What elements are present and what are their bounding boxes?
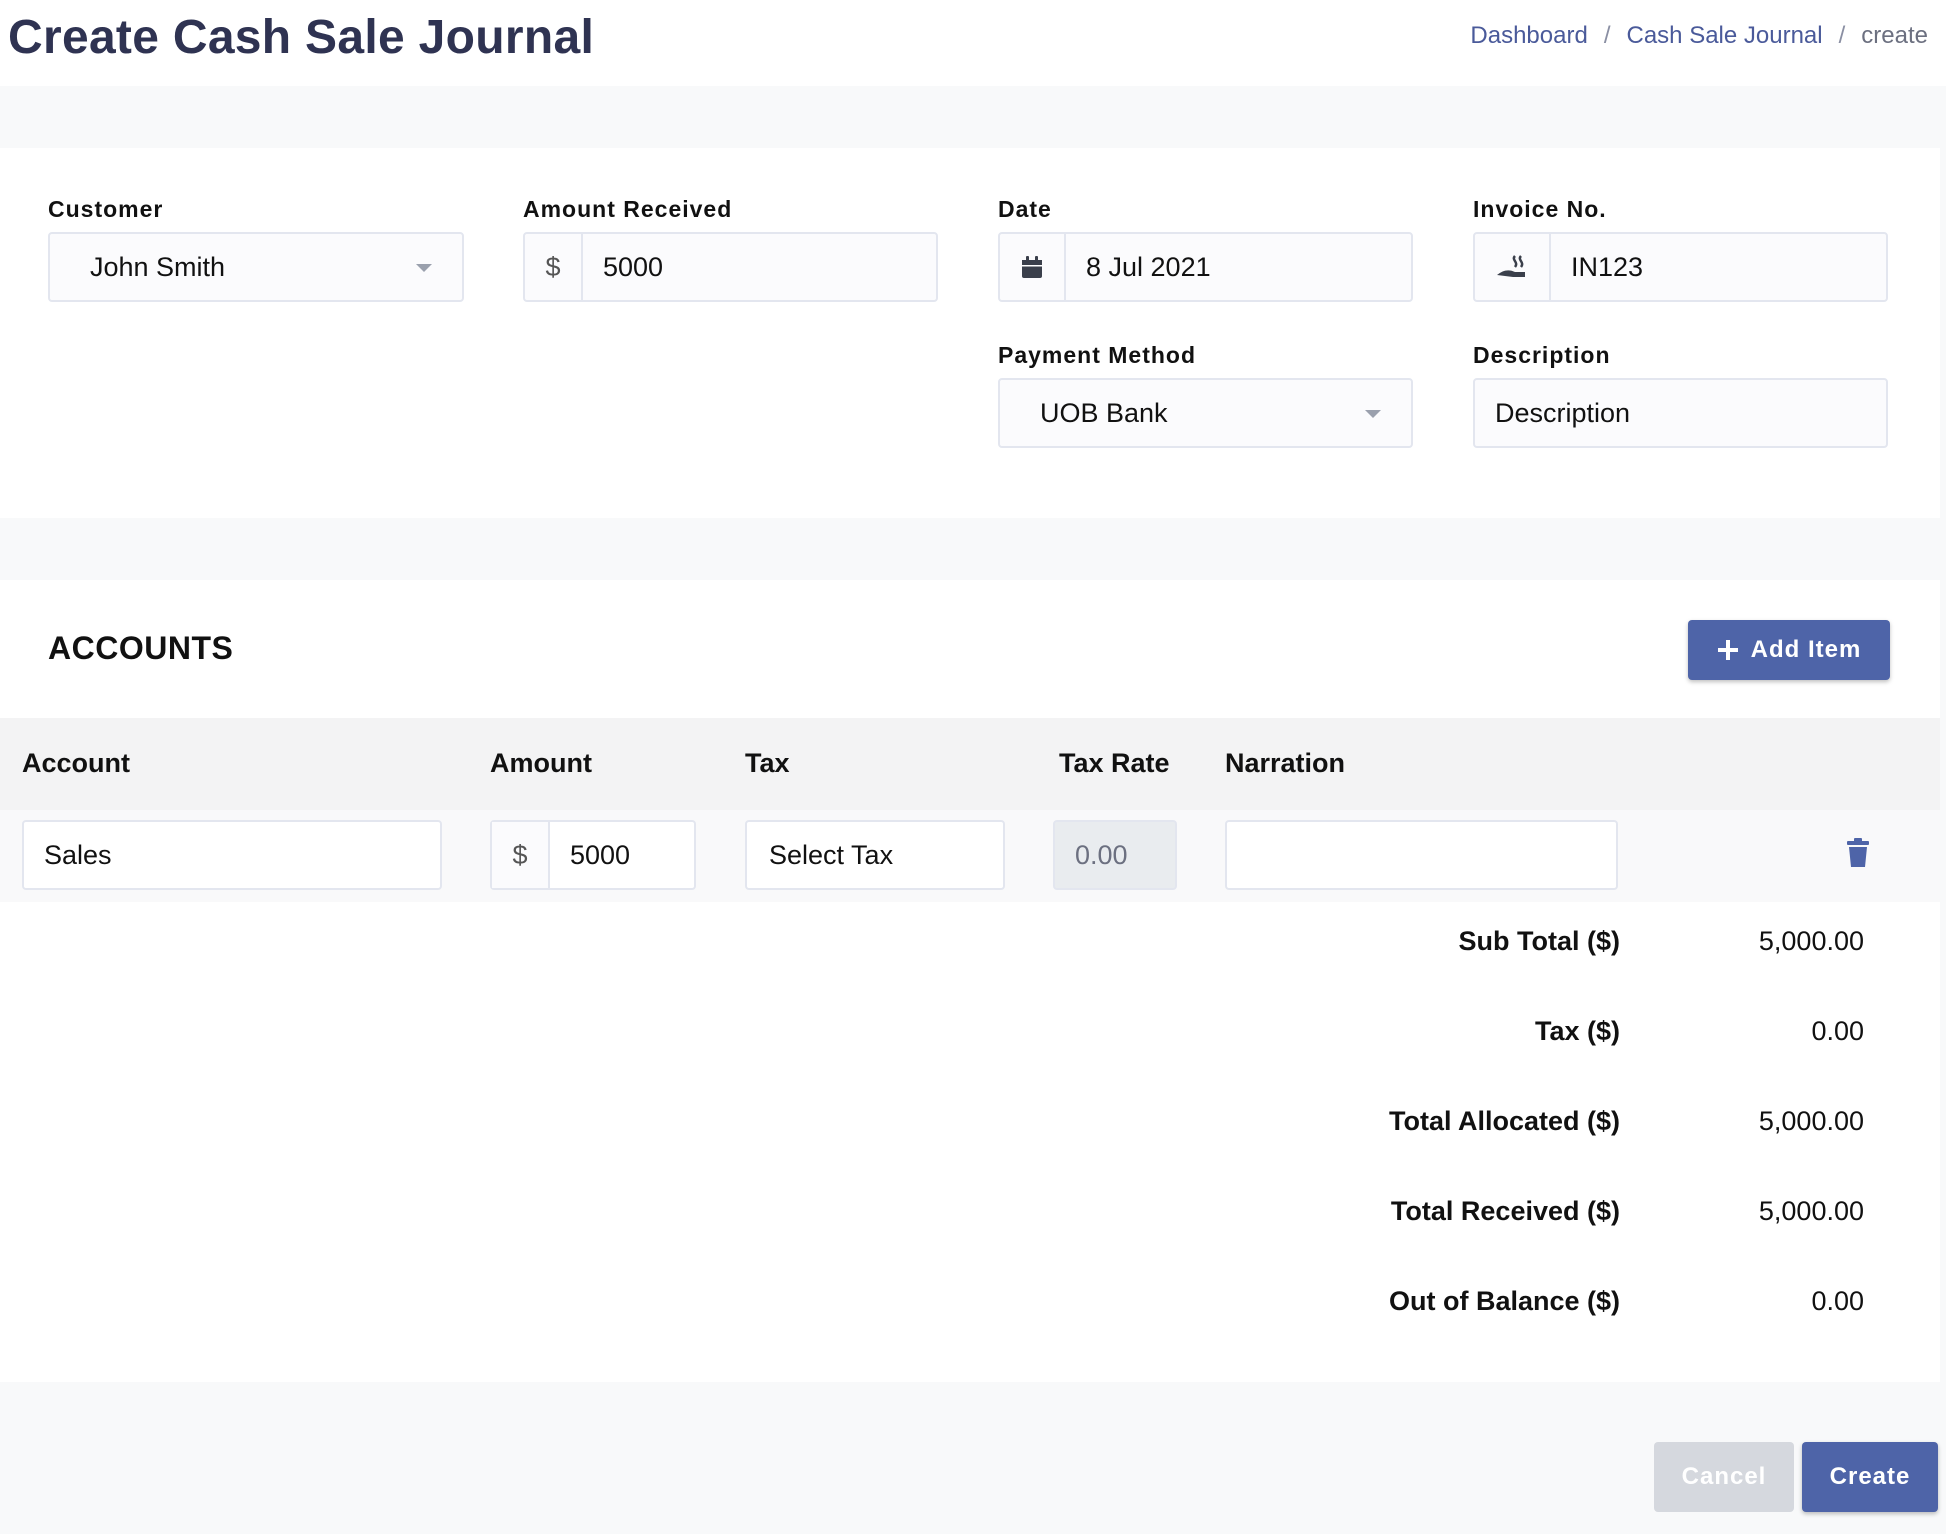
cancel-button[interactable]: Cancel [1654,1442,1794,1512]
amount-received-value: 5000 [603,251,664,282]
table-row: Sales $ 5000 Select Tax 0.00 [0,810,1940,902]
breadcrumb-separator: / [1603,22,1611,49]
currency-addon: $ [525,234,583,300]
column-amount: Amount [490,748,592,778]
amount-value: 5000 [570,839,631,870]
accounts-card: ACCOUNTS Add Item Account Amount Tax Tax… [0,580,1940,1382]
tax-rate-field: 0.00 [1053,820,1177,890]
date-input[interactable]: 8 Jul 2021 [998,232,1413,302]
tax-rate-value: 0.00 [1075,839,1128,870]
amount-received-input[interactable]: $ 5000 [523,232,938,302]
total-allocated-label: Total Allocated ($) [1388,1106,1620,1136]
total-received-label: Total Received ($) [1390,1196,1620,1226]
accounts-table-header: Account Amount Tax Tax Rate Narration [0,718,1940,810]
amount-input[interactable]: $ 5000 [490,820,696,890]
column-tax-rate: Tax Rate [1059,748,1170,778]
amount-received-label: Amount Received [523,196,733,222]
sub-total-value: 5,000.00 [1758,926,1864,956]
create-button[interactable]: Create [1802,1442,1938,1512]
out-of-balance-value: 0.00 [1811,1286,1864,1316]
payment-method-label: Payment Method [998,342,1197,368]
page-title: Create Cash Sale Journal [8,11,595,64]
description-label: Description [1473,342,1611,368]
invoice-no-value: IN123 [1571,251,1644,282]
customer-value: John Smith [90,251,226,282]
customer-label: Customer [48,196,164,222]
account-input[interactable]: Sales [22,820,442,890]
column-account: Account [22,748,130,778]
customer-select[interactable]: John Smith [48,232,464,302]
invoice-no-input[interactable]: IN123 [1473,232,1888,302]
page-header: Create Cash Sale Journal Dashboard / Cas… [0,0,1946,86]
plus-icon [1717,640,1738,660]
out-of-balance-label: Out of Balance ($) [1388,1286,1620,1316]
payment-method-value: UOB Bank [1040,397,1168,428]
add-item-button[interactable]: Add Item [1688,620,1890,680]
breadcrumb-separator: / [1838,22,1846,49]
add-item-label: Add Item [1750,636,1862,663]
chevron-down-icon [1365,410,1381,418]
currency-addon: $ [492,822,550,888]
narration-input[interactable] [1225,820,1618,890]
calendar-icon [1000,234,1066,300]
date-label: Date [998,196,1052,222]
column-tax: Tax [745,748,790,778]
account-value: Sales [44,839,112,870]
breadcrumb-current: create [1861,22,1928,49]
journal-form-card: Customer John Smith Amount Received $ 50… [0,148,1940,518]
column-narration: Narration [1225,748,1346,778]
tax-value: Select Tax [769,839,894,870]
tax-select[interactable]: Select Tax [745,820,1005,890]
trash-icon[interactable] [1846,838,1870,873]
hand-holding-icon [1475,234,1551,300]
total-received-value: 5,000.00 [1758,1196,1864,1226]
tax-total-value: 0.00 [1811,1016,1864,1046]
chevron-down-icon [416,264,432,272]
payment-method-select[interactable]: UOB Bank [998,378,1413,448]
invoice-no-label: Invoice No. [1473,196,1607,222]
description-placeholder: Description [1495,397,1631,428]
sub-total-label: Sub Total ($) [1458,926,1621,956]
breadcrumb-dashboard[interactable]: Dashboard [1470,22,1587,50]
breadcrumb-cash-sale-journal[interactable]: Cash Sale Journal [1627,22,1823,50]
accounts-title: ACCOUNTS [48,630,234,666]
total-allocated-value: 5,000.00 [1758,1106,1864,1136]
description-input[interactable]: Description [1473,378,1888,448]
date-value: 8 Jul 2021 [1086,251,1211,282]
tax-total-label: Tax ($) [1534,1016,1620,1046]
breadcrumb: Dashboard / Cash Sale Journal / create [1470,22,1928,50]
